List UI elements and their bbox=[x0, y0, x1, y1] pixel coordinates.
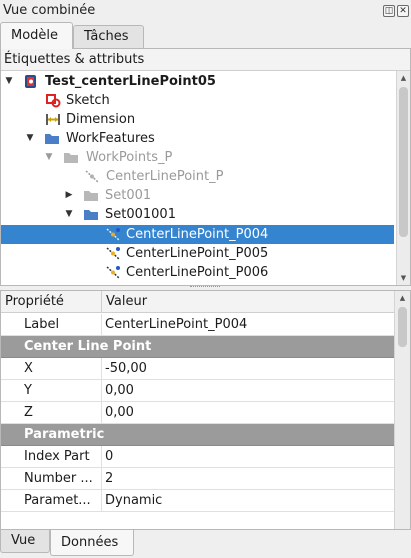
tree-item-label: CenterLinePoint_P006 bbox=[126, 265, 269, 280]
tree-item-workpoints[interactable]: ▼ WorkPoints_P bbox=[1, 148, 394, 167]
scroll-up-icon[interactable]: ▲ bbox=[397, 71, 410, 85]
scroll-thumb[interactable] bbox=[399, 87, 408, 237]
tab-donnees[interactable]: Données bbox=[50, 530, 134, 556]
tree-item-dimension[interactable]: Dimension bbox=[1, 110, 394, 129]
tree-item-centerlinepoint-p005[interactable]: CenterLinePoint_P005 bbox=[1, 244, 394, 263]
property-key: Index Part bbox=[24, 449, 90, 464]
folder-icon bbox=[63, 150, 79, 165]
property-row-number[interactable]: Number ... 2 bbox=[1, 468, 394, 490]
tree-item-label: Set001001 bbox=[105, 207, 176, 222]
expand-arrow-icon[interactable]: ▼ bbox=[44, 148, 54, 167]
property-key: Paramet... bbox=[24, 493, 91, 508]
tree-item-label: WorkFeatures bbox=[66, 131, 155, 146]
property-header: Propriété Valeur bbox=[1, 291, 394, 313]
property-value[interactable]: 0,00 bbox=[105, 405, 134, 420]
group-label: Center Line Point bbox=[24, 339, 152, 354]
dock-title: Vue combinée bbox=[3, 3, 96, 18]
property-value[interactable]: Dynamic bbox=[105, 493, 162, 508]
tab-modele[interactable]: Modèle bbox=[0, 22, 73, 49]
close-dock-button[interactable]: ✕ bbox=[397, 5, 409, 17]
point-icon bbox=[105, 265, 121, 280]
property-value[interactable]: CenterLinePoint_P004 bbox=[105, 317, 247, 332]
expand-arrow-icon[interactable]: ▼ bbox=[4, 72, 14, 91]
tab-taches[interactable]: Tâches bbox=[73, 25, 144, 48]
splitter-grip[interactable] bbox=[190, 286, 220, 289]
property-value[interactable]: 0 bbox=[105, 449, 113, 464]
tree-item-label: CenterLinePoint_P bbox=[106, 169, 224, 184]
tree-header: Étiquettes & attributs bbox=[1, 49, 410, 71]
group-label: Parametric bbox=[24, 427, 105, 442]
point-icon bbox=[84, 169, 100, 184]
tree-item-set001001[interactable]: ▼ Set001001 bbox=[1, 205, 394, 224]
property-row-label[interactable]: Label CenterLinePoint_P004 bbox=[1, 314, 394, 336]
property-value[interactable]: -50,00 bbox=[105, 361, 147, 376]
tree-item-centerlinepoint-p[interactable]: CenterLinePoint_P bbox=[1, 167, 394, 186]
property-group-parametric[interactable]: Parametric bbox=[1, 424, 394, 446]
folder-icon bbox=[44, 131, 60, 146]
model-tree: Étiquettes & attributs ▼ Test_centerLine… bbox=[0, 48, 411, 286]
point-icon bbox=[105, 227, 121, 242]
column-header-property[interactable]: Propriété bbox=[5, 294, 64, 309]
document-icon bbox=[23, 74, 39, 89]
folder-icon bbox=[83, 207, 99, 222]
tab-vue[interactable]: Vue bbox=[0, 530, 50, 553]
property-key: X bbox=[24, 361, 33, 376]
tree-item-label: Sketch bbox=[66, 93, 110, 108]
tree-item-label: CenterLinePoint_P004 bbox=[126, 227, 269, 242]
property-row-z[interactable]: Z 0,00 bbox=[1, 402, 394, 424]
property-scrollbar[interactable]: ▲ bbox=[394, 291, 410, 529]
bottom-tab-bar: Vue Données bbox=[0, 530, 411, 558]
property-key: Z bbox=[24, 405, 33, 420]
tree-item-label: CenterLinePoint_P005 bbox=[126, 246, 269, 261]
scroll-up-icon[interactable]: ▲ bbox=[395, 291, 410, 305]
tree-item-sketch[interactable]: Sketch bbox=[1, 91, 394, 110]
property-key: Label bbox=[24, 317, 60, 332]
tree-item-centerlinepoint-p006[interactable]: CenterLinePoint_P006 bbox=[1, 263, 394, 282]
tree-item-centerlinepoint-p004[interactable]: CenterLinePoint_P004 bbox=[1, 225, 394, 244]
expand-arrow-icon[interactable]: ▼ bbox=[64, 205, 74, 224]
property-row-y[interactable]: Y 0,00 bbox=[1, 380, 394, 402]
dock-title-bar: Vue combinée ◫ ✕ bbox=[0, 0, 411, 22]
property-key: Number ... bbox=[24, 471, 93, 486]
float-dock-button[interactable]: ◫ bbox=[383, 5, 395, 17]
expand-arrow-icon[interactable]: ▼ bbox=[25, 129, 35, 148]
tree-item-label: Set001 bbox=[105, 188, 152, 203]
property-value[interactable]: 2 bbox=[105, 471, 113, 486]
scroll-down-icon[interactable]: ▼ bbox=[397, 271, 410, 285]
tree-item-document[interactable]: ▼ Test_centerLinePoint05 bbox=[1, 72, 394, 91]
property-row-parametric-mode[interactable]: Paramet... Dynamic bbox=[1, 490, 394, 512]
property-editor: Propriété Valeur Label CenterLinePoint_P… bbox=[0, 290, 411, 530]
tree-item-label: Dimension bbox=[66, 112, 136, 127]
sketch-icon bbox=[45, 93, 61, 108]
tree-item-label: WorkPoints_P bbox=[86, 150, 173, 165]
property-value[interactable]: 0,00 bbox=[105, 383, 134, 398]
folder-icon bbox=[83, 188, 99, 203]
property-row-x[interactable]: X -50,00 bbox=[1, 358, 394, 380]
scroll-thumb[interactable] bbox=[398, 307, 407, 347]
tree-item-label: Test_centerLinePoint05 bbox=[45, 74, 216, 89]
point-icon bbox=[105, 246, 121, 261]
tree-item-workfeatures[interactable]: ▼ WorkFeatures bbox=[1, 129, 394, 148]
dimension-icon bbox=[45, 112, 61, 127]
tree-scrollbar[interactable]: ▲ ▼ bbox=[396, 71, 410, 285]
property-group-center-line-point[interactable]: Center Line Point bbox=[1, 336, 394, 358]
column-header-value[interactable]: Valeur bbox=[106, 294, 147, 309]
tree-item-set001[interactable]: ▶ Set001 bbox=[1, 186, 394, 205]
property-row-index-part[interactable]: Index Part 0 bbox=[1, 446, 394, 468]
collapsed-arrow-icon[interactable]: ▶ bbox=[64, 186, 74, 205]
top-tab-bar: Modèle Tâches bbox=[0, 22, 411, 49]
property-key: Y bbox=[24, 383, 32, 398]
